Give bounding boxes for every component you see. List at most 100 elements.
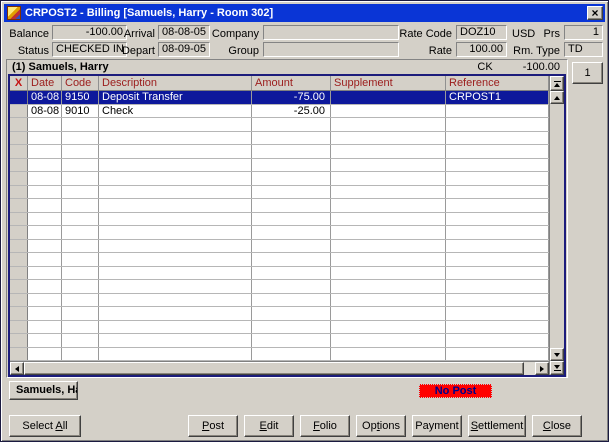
action-button-row: Post Edit Folio Options Payment Settleme… (188, 415, 582, 437)
table-row[interactable] (10, 186, 549, 200)
table-row[interactable] (10, 132, 549, 146)
table-cell (331, 226, 446, 239)
rate-code-field[interactable]: DOZ10 (456, 25, 507, 40)
table-cell (10, 334, 28, 347)
table-row[interactable] (10, 159, 549, 173)
close-icon[interactable]: × (587, 6, 603, 20)
amount-cell: -25.00 (252, 105, 331, 118)
scroll-up-button[interactable] (550, 91, 564, 104)
table-cell (28, 267, 62, 280)
group-field[interactable] (263, 42, 399, 57)
table-cell (252, 348, 331, 361)
horizontal-scroll-track[interactable] (524, 362, 535, 375)
prs-field[interactable]: 1 (564, 25, 603, 40)
horizontal-scrollbar[interactable] (10, 361, 549, 375)
status-label: Status (7, 45, 49, 57)
record-panel: (1) Samuels, Harry CK -100.00 X Date Cod… (6, 59, 568, 378)
table-row[interactable] (10, 267, 549, 281)
scroll-to-top-button[interactable] (550, 76, 564, 91)
table-row[interactable] (10, 145, 549, 159)
title-bar[interactable]: CRPOST2 - Billing [Samuels, Harry - Room… (4, 4, 605, 22)
payment-button[interactable]: Payment (412, 415, 462, 437)
table-row[interactable] (10, 172, 549, 186)
table-cell (28, 186, 62, 199)
scroll-down-button[interactable] (550, 348, 564, 361)
column-header-code[interactable]: Code (62, 76, 99, 90)
table-row[interactable] (10, 321, 549, 335)
table-row[interactable] (10, 226, 549, 240)
guest-summary-bar: (1) Samuels, Harry CK -100.00 (7, 60, 567, 74)
table-cell (446, 240, 549, 253)
right-arrow-icon (540, 366, 544, 372)
depart-field[interactable]: 08-09-05 (158, 42, 210, 57)
table-cell (331, 334, 446, 347)
depart-label: Depart (113, 45, 155, 57)
up-arrow-icon (554, 96, 560, 100)
table-row[interactable] (10, 240, 549, 254)
select-all-button[interactable]: Select All (9, 415, 81, 437)
table-cell (62, 172, 99, 185)
table-cell (252, 307, 331, 320)
table-cell (28, 334, 62, 347)
row-select-cell[interactable] (10, 105, 28, 118)
table-cell (99, 307, 252, 320)
table-cell (28, 280, 62, 293)
table-cell (10, 213, 28, 226)
post-button[interactable]: Post (188, 415, 238, 437)
table-row[interactable] (10, 348, 549, 362)
table-cell (28, 118, 62, 131)
table-cell (252, 145, 331, 158)
scroll-to-bottom-button[interactable] (550, 361, 564, 375)
rm-type-field[interactable]: TD (564, 42, 603, 57)
payment-code: CK (477, 61, 492, 73)
table-cell (331, 240, 446, 253)
table-cell (99, 159, 252, 172)
bottom-bar-icon (554, 370, 561, 371)
table-cell (99, 132, 252, 145)
table-row[interactable]: 08-08 9010 Check -25.00 (10, 105, 549, 119)
table-cell (446, 334, 549, 347)
column-header-x[interactable]: X (10, 76, 28, 90)
guest-tab[interactable]: Samuels, Ha (9, 381, 78, 400)
table-row[interactable]: 08-08 9150 Deposit Transfer -75.00 CRPOS… (10, 91, 549, 105)
folio-button[interactable]: Folio (300, 415, 350, 437)
column-header-supplement[interactable]: Supplement (331, 76, 446, 90)
rate-field[interactable]: 100.00 (456, 42, 507, 57)
date-cell: 08-08 (28, 105, 62, 118)
table-cell (446, 118, 549, 131)
table-cell (252, 267, 331, 280)
arrival-field[interactable]: 08-08-05 (158, 25, 210, 40)
vertical-scroll-track[interactable] (550, 104, 564, 348)
table-row[interactable] (10, 199, 549, 213)
column-header-date[interactable]: Date (28, 76, 62, 90)
table-cell (331, 267, 446, 280)
scroll-right-icon[interactable] (535, 362, 549, 375)
table-row[interactable] (10, 118, 549, 132)
column-header-reference[interactable]: Reference (446, 76, 549, 90)
column-header-amount[interactable]: Amount (252, 76, 331, 90)
settlement-button[interactable]: Settlement (468, 415, 526, 437)
edit-button[interactable]: Edit (244, 415, 294, 437)
close-button[interactable]: Close (532, 415, 582, 437)
table-cell (62, 118, 99, 131)
vertical-scrollbar[interactable] (549, 76, 564, 375)
down-arrow-icon (554, 365, 560, 369)
options-button[interactable]: Options (356, 415, 406, 437)
table-row[interactable] (10, 294, 549, 308)
guest-name: (1) Samuels, Harry (12, 61, 477, 73)
column-header-description[interactable]: Description (99, 76, 252, 90)
down-arrow-icon (554, 353, 560, 357)
table-cell (28, 348, 62, 361)
company-field[interactable] (263, 25, 399, 40)
table-row[interactable] (10, 307, 549, 321)
up-arrow-icon (554, 83, 560, 87)
scroll-left-icon[interactable] (10, 362, 24, 375)
table-row[interactable] (10, 213, 549, 227)
row-select-cell[interactable] (10, 91, 28, 104)
folio-page-1-button[interactable]: 1 (572, 62, 603, 84)
horizontal-scroll-thumb[interactable] (24, 362, 524, 375)
table-cell (331, 321, 446, 334)
table-row[interactable] (10, 334, 549, 348)
table-row[interactable] (10, 280, 549, 294)
table-row[interactable] (10, 253, 549, 267)
